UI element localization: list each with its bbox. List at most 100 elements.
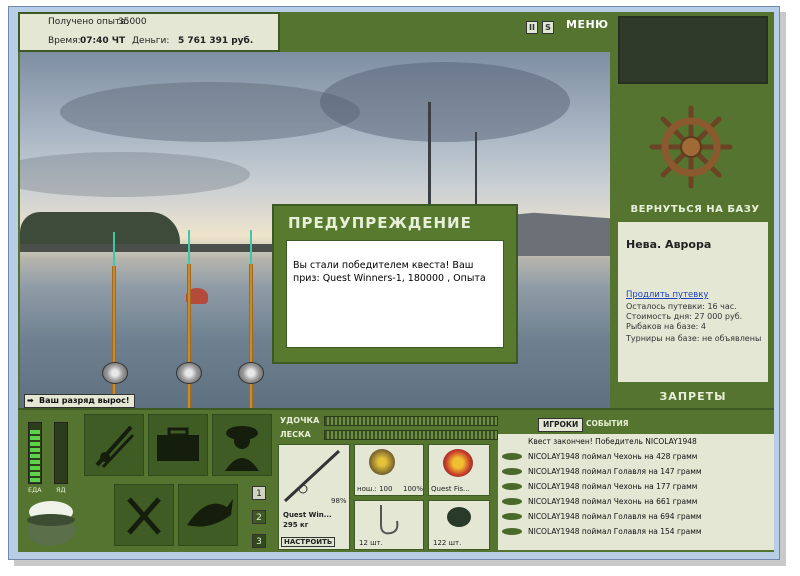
- ship-wheel-icon[interactable]: [648, 104, 734, 190]
- remaining-time: Осталось путевки: 16 час.: [626, 302, 737, 311]
- catch-cell[interactable]: [178, 484, 238, 546]
- reel-icon[interactable]: [176, 362, 202, 384]
- rods-icon: [95, 425, 135, 469]
- warning-dialog: ПРЕДУПРЕЖДЕНИЕ Вы стали победителем квес…: [272, 204, 518, 364]
- location-info: Нева. Аврора Продлить путевку Осталось п…: [618, 222, 768, 382]
- food-meter-fill: [30, 428, 40, 482]
- page-button-2[interactable]: 2: [252, 510, 266, 524]
- event-text: NICOLAY1948 поймал Голавля на 154 грамм: [528, 527, 702, 536]
- rod-weight: 295 кг: [283, 521, 309, 529]
- bait-slot[interactable]: 122 шт.: [428, 500, 490, 550]
- event-text: Квест закончен! Победитель NICOLAY1948: [528, 437, 697, 446]
- list-item: NICOLAY1948 поймал Голавля на 694 грамм: [498, 509, 774, 524]
- rod-tip: [113, 232, 115, 268]
- page-button-1[interactable]: 1: [252, 486, 266, 500]
- fish-icon: [502, 498, 522, 505]
- bottom-panel: ЕДА ЯД 1 2 3 УДОЧКА ЛЕСКА 98% Quest Win.…: [18, 408, 774, 552]
- setup-button[interactable]: НАСТРОИТЬ: [281, 537, 336, 547]
- return-to-base-button[interactable]: ВЕРНУТЬСЯ НА БАЗУ: [620, 204, 770, 215]
- time-value: 07:40 ЧТ: [80, 36, 126, 46]
- dialog-title: ПРЕДУПРЕЖДЕНИЕ: [288, 214, 472, 232]
- reel-slot[interactable]: нош.: 100 100%: [354, 444, 424, 496]
- dialog-message: Вы стали победителем квеста! Ваш приз: Q…: [286, 240, 504, 348]
- poison-meter: [54, 422, 68, 484]
- money-label: Деньги:: [132, 36, 170, 46]
- poison-label: ЯД: [56, 486, 66, 494]
- reel-load: нош.: 100: [357, 485, 393, 493]
- list-item: Квест закончен! Победитель NICOLAY1948: [498, 434, 774, 449]
- experience-value: 35000: [118, 17, 147, 27]
- right-panel: ВЕРНУТЬСЯ НА БАЗУ Нева. Аврора Продлить …: [612, 12, 774, 408]
- pause-button[interactable]: II: [526, 21, 538, 34]
- rod-tip: [250, 230, 252, 266]
- event-list: Квест закончен! Победитель NICOLAY1948 N…: [498, 434, 774, 550]
- event-text: NICOLAY1948 поймал Чехонь на 428 грамм: [528, 452, 698, 461]
- money-value: 5 761 391 руб.: [178, 36, 254, 46]
- page-button-3[interactable]: 3: [252, 534, 266, 548]
- cauldron-icon[interactable]: [24, 496, 78, 548]
- list-item: NICOLAY1948 поймал Голавля на 154 грамм: [498, 524, 774, 539]
- cloud: [20, 152, 250, 197]
- event-text: NICOLAY1948 поймал Чехонь на 177 грамм: [528, 482, 698, 491]
- lure-item-icon: [443, 449, 473, 477]
- fishing-rod-2[interactable]: [187, 264, 191, 420]
- rod-label: УДОЧКА: [280, 416, 320, 425]
- event-text: NICOLAY1948 поймал Чехонь на 661 грамм: [528, 497, 698, 506]
- reel-item-icon: [369, 449, 395, 475]
- list-item: NICOLAY1948 поймал Чехонь на 177 грамм: [498, 479, 774, 494]
- food-label: ЕДА: [28, 486, 42, 494]
- food-meter: [28, 422, 42, 484]
- time-label: Время:: [48, 36, 81, 46]
- location-name: Нева. Аврора: [626, 238, 712, 251]
- list-item: NICOLAY1948 поймал Чехонь на 428 грамм: [498, 449, 774, 464]
- fishing-rod-3[interactable]: [249, 264, 253, 420]
- lure-name: Quest Fis...: [431, 485, 470, 493]
- reel-icon[interactable]: [238, 362, 264, 384]
- tab-players[interactable]: ИГРОКИ: [538, 418, 584, 432]
- fork-knife-icon: [127, 497, 161, 535]
- day-cost: Стоимость дня: 27 000 руб.: [626, 312, 743, 321]
- bans-button[interactable]: ЗАПРЕТЫ: [612, 390, 774, 403]
- event-text: NICOLAY1948 поймал Голавля на 694 грамм: [528, 512, 702, 521]
- rank-up-notice[interactable]: ➡ Ваш разряд вырос!: [24, 394, 135, 408]
- fish-icon: [502, 513, 522, 520]
- players-events-panel: ИГРОКИ СОБЫТИЯ Квест закончен! Победител…: [494, 418, 774, 552]
- cloud: [320, 62, 570, 142]
- tackle-cell[interactable]: [84, 414, 144, 476]
- fish-icon: [502, 483, 522, 490]
- reel-percent: 100%: [403, 485, 424, 493]
- food-cell[interactable]: [114, 484, 174, 546]
- bait-count: 122 шт.: [433, 539, 462, 547]
- hook-slot[interactable]: 12 шт.: [354, 500, 424, 550]
- extend-trip-link[interactable]: Продлить путевку: [626, 290, 708, 300]
- menu-button[interactable]: МЕНЮ: [566, 18, 609, 31]
- experience-label: Получено опыта:: [48, 17, 129, 27]
- tournaments-info: Турниры на базе: не объявлены: [626, 334, 762, 343]
- rod-tip: [188, 230, 190, 266]
- event-text: NICOLAY1948 поймал Голавля на 147 грамм: [528, 467, 702, 476]
- list-item: NICOLAY1948 поймал Чехонь на 661 грамм: [498, 494, 774, 509]
- lure-slot[interactable]: Quest Fis...: [428, 444, 490, 496]
- rod-slot[interactable]: 98% Quest Win... 295 кг НАСТРОИТЬ: [278, 444, 350, 550]
- bug-icon: [447, 507, 471, 527]
- line-label: ЛЕСКА: [280, 430, 311, 439]
- box-cell[interactable]: [148, 414, 208, 476]
- list-item: NICOLAY1948 поймал Голавля на 147 грамм: [498, 464, 774, 479]
- fisherman-icon: [225, 426, 259, 471]
- tab-events[interactable]: СОБЫТИЯ: [586, 418, 629, 430]
- character-cell[interactable]: [212, 414, 272, 476]
- rod-strength-bar: [324, 416, 498, 426]
- status-panel: Получено опыта: 35000 Время: 07:40 ЧТ Де…: [18, 12, 280, 52]
- cloud: [60, 82, 360, 142]
- fish-icon: [502, 528, 522, 535]
- fish-icon: [502, 468, 522, 475]
- rod-name: Quest Win...: [283, 511, 332, 519]
- fishers-count: Рыбаков на базе: 4: [626, 322, 706, 331]
- minimap[interactable]: [618, 16, 768, 84]
- fish-icon: [187, 499, 233, 527]
- reel-icon[interactable]: [102, 362, 128, 384]
- sound-button[interactable]: S: [542, 21, 554, 34]
- hook-count: 12 шт.: [359, 539, 383, 547]
- line-strength-bar: [324, 430, 498, 440]
- arrow-icon: ➡: [27, 396, 34, 405]
